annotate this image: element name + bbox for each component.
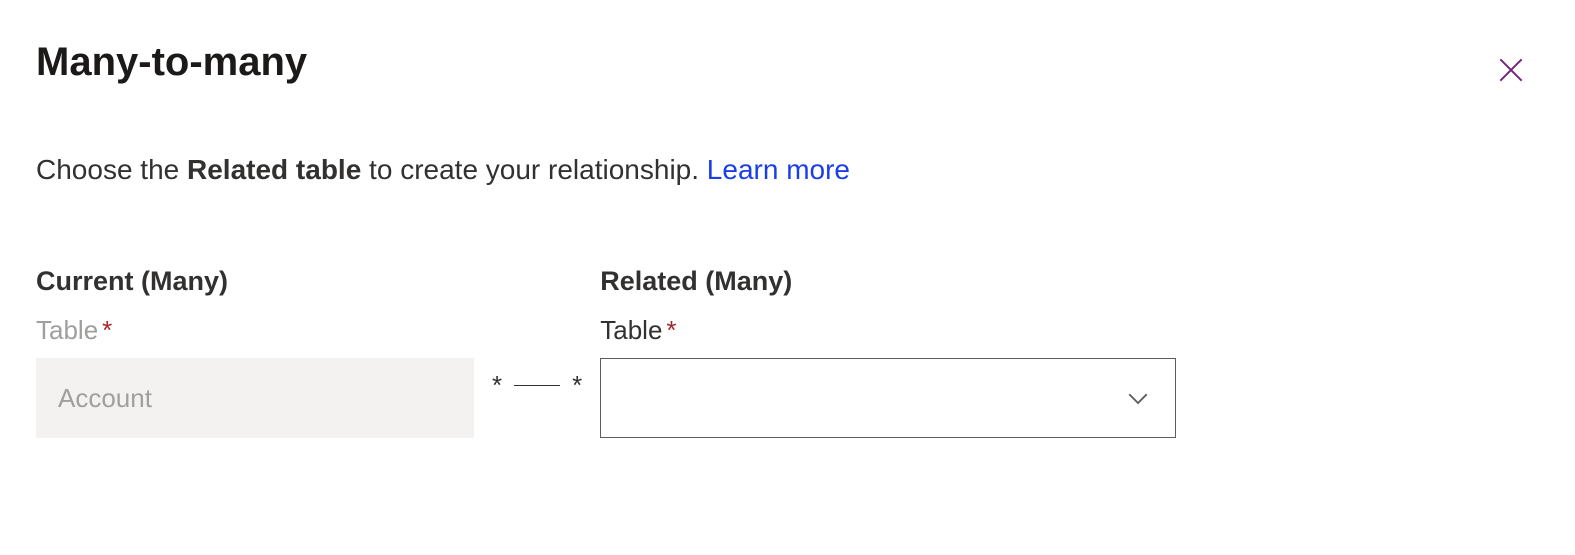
current-table-field: Account xyxy=(36,358,474,438)
close-icon xyxy=(1495,54,1527,86)
current-table-value: Account xyxy=(58,383,152,414)
dialog-title: Many-to-many xyxy=(36,40,307,85)
current-table-label: Table* xyxy=(36,315,474,346)
current-table-group: Current (Many) Table* Account xyxy=(36,266,474,438)
connector-line xyxy=(514,385,560,386)
relationship-form-row: Current (Many) Table* Account * * Relate… xyxy=(0,186,1575,438)
close-button[interactable] xyxy=(1487,46,1535,94)
related-table-label: Table* xyxy=(600,315,1176,346)
dialog-description: Choose the Related table to create your … xyxy=(0,94,1575,186)
required-marker: * xyxy=(666,315,676,345)
description-bold: Related table xyxy=(187,154,361,185)
connector-left-star: * xyxy=(492,370,502,401)
learn-more-link[interactable]: Learn more xyxy=(707,154,850,185)
relationship-connector: * * xyxy=(474,370,600,401)
description-suffix: to create your relationship. xyxy=(361,154,707,185)
related-group-label: Related (Many) xyxy=(600,266,1176,297)
required-marker: * xyxy=(102,315,112,345)
connector-right-star: * xyxy=(572,370,582,401)
related-table-select[interactable] xyxy=(600,358,1176,438)
current-group-label: Current (Many) xyxy=(36,266,474,297)
current-table-label-text: Table xyxy=(36,315,98,345)
description-prefix: Choose the xyxy=(36,154,187,185)
related-table-label-text: Table xyxy=(600,315,662,345)
related-table-group: Related (Many) Table* xyxy=(600,266,1176,438)
dialog-header: Many-to-many xyxy=(0,0,1575,94)
chevron-down-icon xyxy=(1123,383,1153,413)
